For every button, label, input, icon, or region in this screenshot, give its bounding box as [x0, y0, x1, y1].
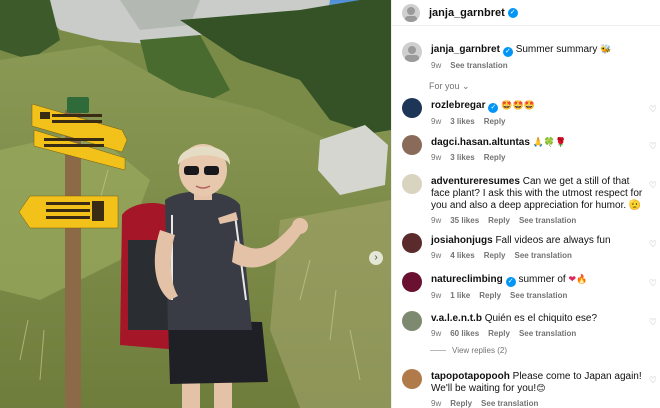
comment-row: natureclimbing ✓ summer of ❤🔥 9w 1 like Rep… — [402, 272, 657, 300]
see-translation-button[interactable]: See translation — [481, 399, 538, 408]
chevron-down-icon: ⌄ — [462, 81, 470, 91]
photo-illustration — [0, 0, 391, 408]
likes-count[interactable]: 60 likes — [450, 329, 479, 338]
chevron-right-icon[interactable]: › — [369, 251, 383, 265]
likes-count[interactable]: 35 likes — [450, 216, 479, 225]
see-translation-button[interactable]: See translation — [450, 61, 507, 70]
divider — [430, 350, 446, 351]
caption-author[interactable]: janja_garnbret — [431, 44, 500, 55]
reply-button[interactable]: Reply — [484, 251, 506, 260]
see-translation-button[interactable]: See translation — [515, 251, 572, 260]
comment-row: dagci.hasan.altuntas 🙏🍀🌹 9w 3 likes Reply … — [402, 135, 657, 162]
comment-row: adventureresumes Can we get a still of t… — [402, 174, 657, 225]
comment-emoji: 🤩🤩🤩 — [501, 101, 535, 111]
avatar[interactable] — [402, 98, 422, 118]
comment-row: rozlebregar ✓ 🤩🤩🤩 9w 3 likes Reply ♡ — [402, 98, 657, 126]
bee-emoji: 🐝 — [600, 45, 612, 55]
comment-username[interactable]: v.a.l.e.n.t.b — [431, 313, 482, 324]
sort-dropdown[interactable]: For you ⌄ — [429, 81, 470, 92]
like-heart-icon[interactable]: ♡ — [649, 278, 657, 289]
reply-button[interactable]: Reply — [484, 153, 506, 162]
avatar[interactable] — [402, 174, 422, 194]
avatar[interactable] — [402, 233, 422, 253]
comment-emoji: 😊 — [536, 384, 546, 394]
comment-age: 9w — [431, 153, 442, 162]
post-header: janja_garnbret ✓ — [392, 0, 660, 26]
likes-count[interactable]: 1 like — [450, 291, 470, 300]
verified-badge-icon: ✓ — [505, 277, 516, 287]
view-replies-button[interactable]: View replies (2) — [430, 346, 507, 355]
post-author-name[interactable]: janja_garnbret — [429, 7, 505, 19]
comment-age: 9w — [431, 117, 442, 126]
comment-username[interactable]: tapopotapopooh — [431, 371, 510, 382]
verified-badge-icon: ✓ — [507, 7, 518, 18]
likes-count[interactable]: 3 likes — [450, 117, 474, 126]
caption-age: 9w — [431, 61, 442, 70]
see-translation-button[interactable]: See translation — [510, 291, 567, 300]
comment-username[interactable]: rozlebregar — [431, 100, 485, 111]
verified-badge-icon: ✓ — [488, 103, 499, 113]
like-heart-icon[interactable]: ♡ — [649, 104, 657, 115]
reply-button[interactable]: Reply — [450, 399, 472, 408]
avatar[interactable] — [402, 42, 422, 62]
see-translation-button[interactable]: See translation — [519, 329, 576, 338]
caption-text: Summer summary — [515, 44, 598, 55]
comment-emoji: ❤🔥 — [568, 275, 588, 285]
verified-badge-icon: ✓ — [502, 47, 513, 57]
comment-row: tapopotapopooh Please come to Japan agai… — [402, 369, 657, 408]
like-heart-icon[interactable]: ♡ — [649, 180, 657, 191]
reply-button[interactable]: Reply — [484, 117, 506, 126]
sort-label: For you — [429, 81, 460, 91]
avatar[interactable] — [402, 369, 422, 389]
comment-row: v.a.l.e.n.t.b Quién es el chiquito ese? … — [402, 311, 657, 338]
likes-count[interactable]: 3 likes — [450, 153, 474, 162]
comment-username[interactable]: natureclimbing — [431, 274, 503, 285]
comments-panel: janja_garnbret ✓ janja_garnbret ✓ Summer … — [391, 0, 660, 408]
post-photo: › — [0, 0, 391, 408]
likes-count[interactable]: 4 likes — [450, 251, 474, 260]
avatar[interactable] — [402, 311, 422, 331]
avatar[interactable] — [402, 135, 422, 155]
comment-username[interactable]: adventureresumes — [431, 176, 520, 187]
avatar[interactable] — [402, 272, 422, 292]
view-replies-label: View replies (2) — [452, 346, 507, 355]
reply-button[interactable]: Reply — [479, 291, 501, 300]
comment-text: Quién es el chiquito ese? — [484, 313, 598, 324]
comment-username[interactable]: josiahonjugs — [431, 235, 493, 246]
comment-text: summer of — [518, 274, 566, 285]
comment-age: 9w — [431, 216, 442, 225]
comment-age: 9w — [431, 251, 442, 260]
reply-button[interactable]: Reply — [488, 216, 510, 225]
avatar[interactable] — [402, 3, 420, 22]
comment-emoji: 🙏🍀🌹 — [532, 138, 567, 148]
like-heart-icon[interactable]: ♡ — [649, 141, 657, 152]
comment-age: 9w — [431, 399, 442, 408]
comment-username[interactable]: dagci.hasan.altuntas — [431, 137, 530, 148]
comment-age: 9w — [431, 329, 442, 338]
like-heart-icon[interactable]: ♡ — [649, 239, 657, 250]
like-heart-icon[interactable]: ♡ — [649, 317, 657, 328]
comment-age: 9w — [431, 291, 442, 300]
comment-text: Fall videos are always fun — [495, 235, 611, 246]
caption-row: janja_garnbret ✓ Summer summary 🐝 9w See … — [402, 42, 657, 70]
comment-row: josiahonjugs Fall videos are always fun … — [402, 233, 657, 260]
see-translation-button[interactable]: See translation — [519, 216, 576, 225]
like-heart-icon[interactable]: ♡ — [649, 375, 657, 386]
reply-button[interactable]: Reply — [488, 329, 510, 338]
